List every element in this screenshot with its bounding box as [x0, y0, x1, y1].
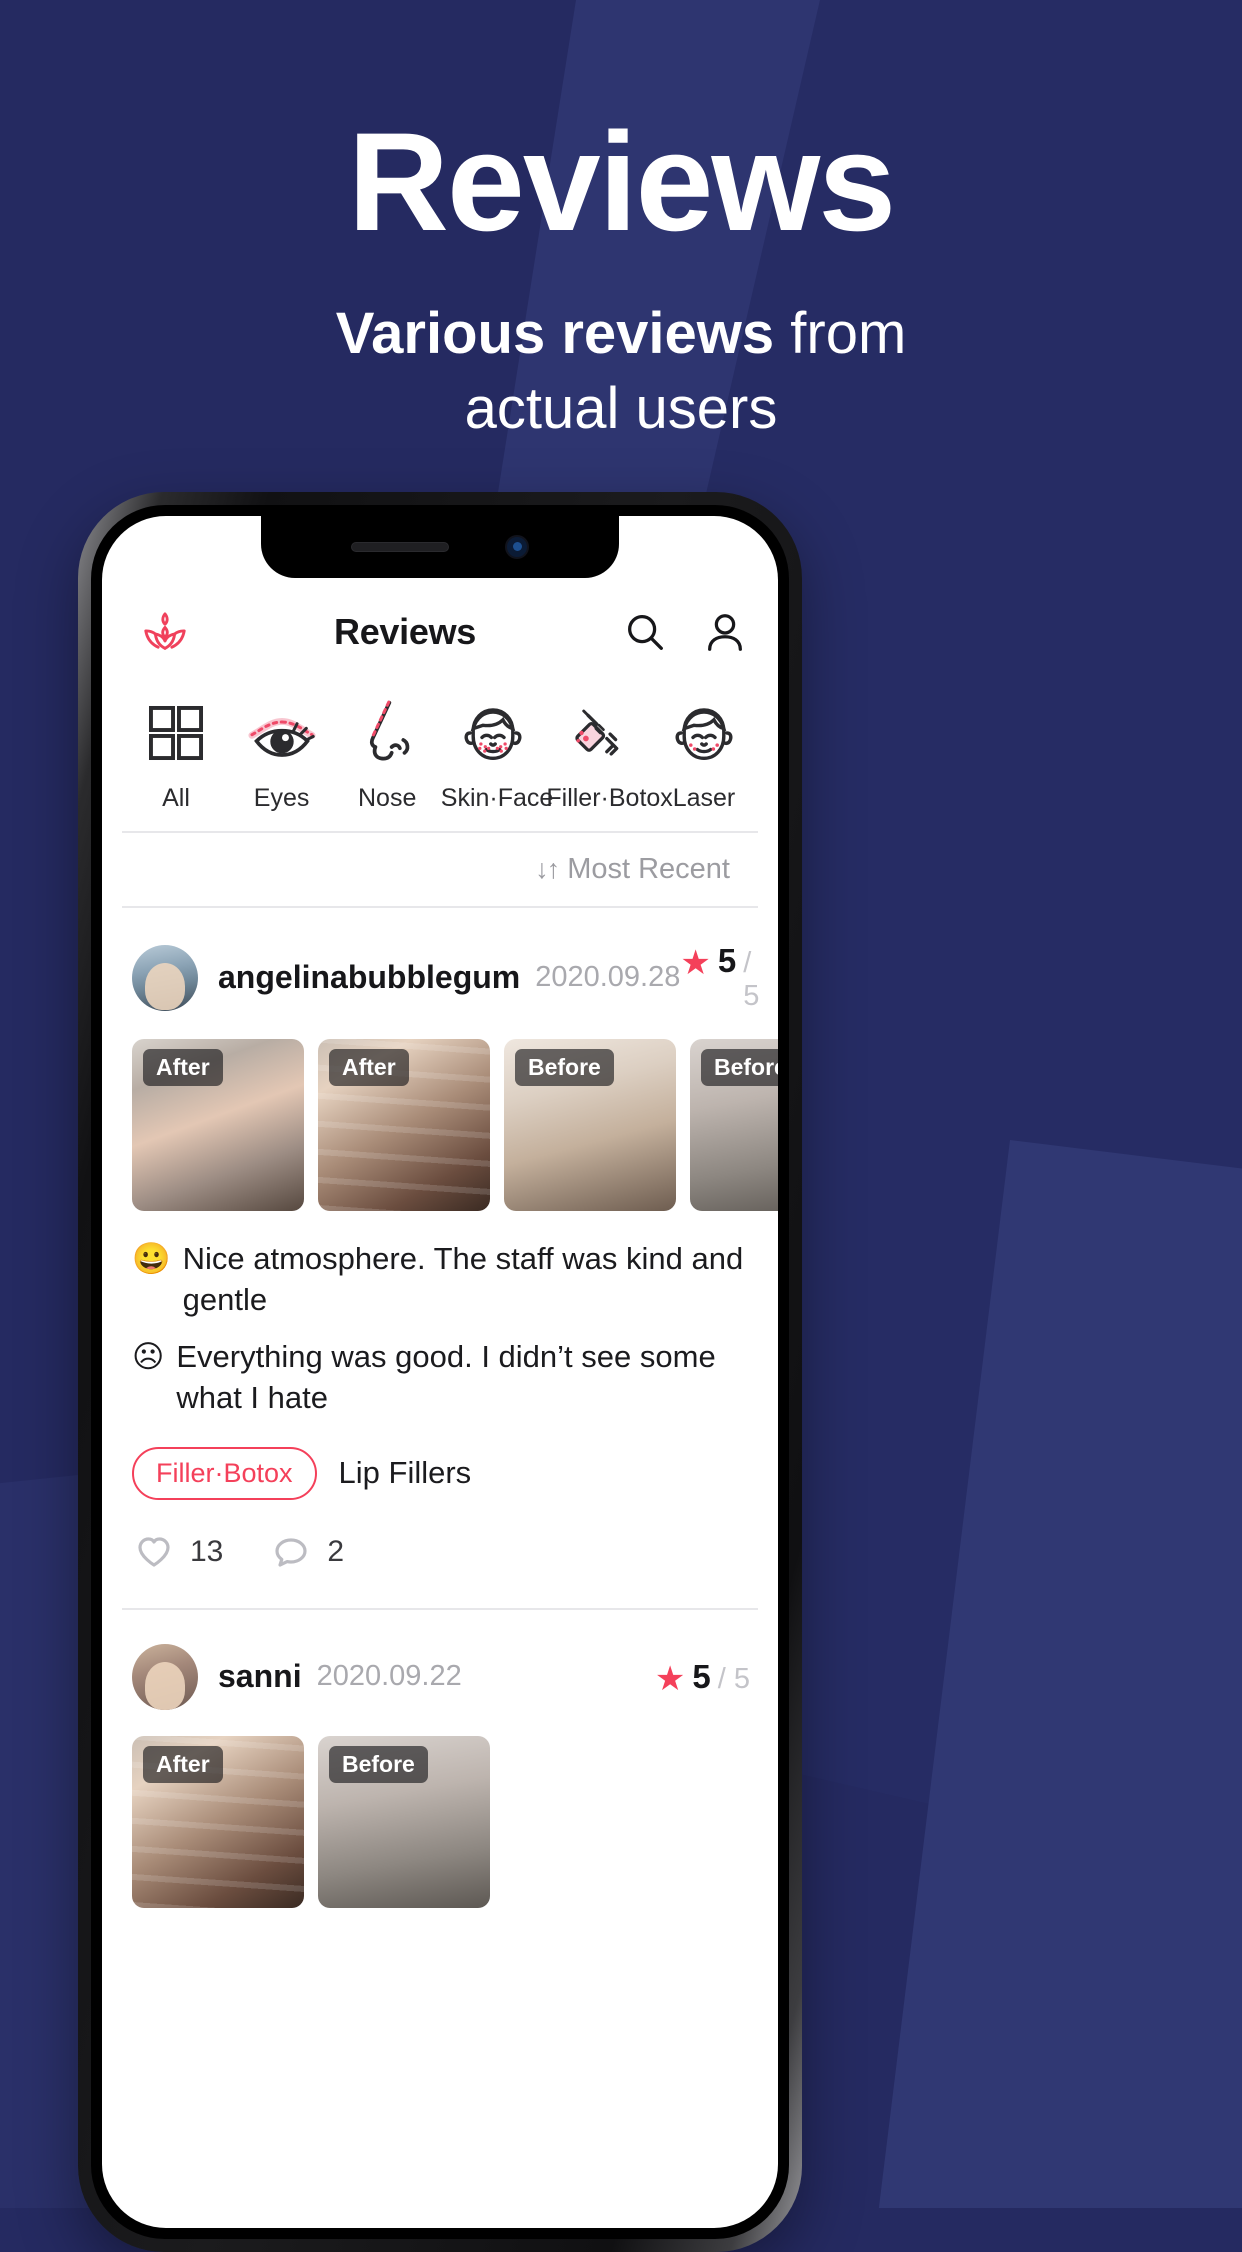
app-header-actions — [622, 609, 748, 655]
review-card: angelinabubblegum 2020.09.28 ★ 5 / 5 Aft… — [102, 908, 778, 1610]
review-photo[interactable]: After — [318, 1039, 490, 1211]
photo-tag: After — [143, 1049, 223, 1086]
review-date: 2020.09.28 — [535, 961, 681, 993]
star-icon: ★ — [680, 944, 711, 982]
face-skin-icon — [441, 692, 545, 774]
review-username[interactable]: angelinabubblegum — [218, 959, 520, 996]
photo-tag: After — [143, 1745, 223, 1783]
sort-button[interactable]: ↓↑ Most Recent — [535, 853, 730, 886]
review-card: sanni 2020.09.22 ★ 5 / 5 After Before — [102, 1610, 778, 1908]
star-icon: ★ — [654, 1659, 686, 1698]
review-negative-line: ☹ Everything was good. I didn’t see some… — [102, 1337, 778, 1419]
lotus-logo-icon[interactable] — [136, 603, 194, 661]
syringe-icon — [546, 692, 650, 774]
comment-metric[interactable]: 2 — [271, 1532, 344, 1572]
sort-arrows-icon: ↓↑ — [535, 854, 560, 884]
photo-tag: Before — [515, 1049, 614, 1086]
review-photo[interactable]: Before — [318, 1735, 490, 1908]
earpiece-speaker — [351, 542, 449, 552]
hero-subtitle-bold: Various reviews — [335, 301, 775, 366]
category-label: Laser — [672, 784, 736, 812]
app-title: Reviews — [334, 611, 476, 652]
category-tab-filler-botox[interactable]: Filler·Botox — [546, 692, 673, 813]
procedure-name: Lip Fillers — [338, 1455, 472, 1491]
category-tab-eyes[interactable]: Eyes — [230, 692, 334, 813]
comment-count: 2 — [327, 1534, 345, 1568]
phone-screen: Reviews All Eyes Nose Skin·Face Filler·B… — [102, 516, 778, 2228]
review-header: angelinabubblegum 2020.09.28 ★ 5 / 5 — [102, 942, 778, 1013]
review-photo-strip[interactable]: After After Before Before 1 — [102, 1039, 778, 1211]
sort-row: ↓↑ Most Recent — [122, 833, 758, 908]
review-negative-text: Everything was good. I didn’t see some w… — [176, 1338, 716, 1415]
face-laser-icon — [652, 692, 756, 774]
phone-bezel: Reviews All Eyes Nose Skin·Face Filler·B… — [91, 505, 789, 2239]
person-icon[interactable] — [702, 609, 748, 655]
review-positive-text: Nice atmosphere. The staff was kind and … — [182, 1241, 744, 1317]
review-photo[interactable]: After — [132, 1735, 304, 1908]
category-label: Skin·Face — [440, 784, 554, 812]
frowning-face-icon: ☹ — [132, 1338, 165, 1374]
review-positive-line: 😀 Nice atmosphere. The staff was kind an… — [102, 1239, 778, 1321]
review-header: sanni 2020.09.22 ★ 5 / 5 — [102, 1643, 778, 1710]
category-tab-nose[interactable]: Nose — [335, 692, 439, 813]
like-count: 13 — [190, 1534, 224, 1568]
grid-icon — [124, 692, 228, 774]
review-metrics: 13 2 — [102, 1500, 778, 1572]
photo-tag: After — [329, 1049, 409, 1086]
category-label: Filler·Botox — [546, 784, 673, 812]
phone-notch — [261, 516, 619, 578]
app-header: Reviews — [102, 578, 778, 686]
hero-section: Reviews Various reviews from actual user… — [0, 0, 1242, 447]
review-date: 2020.09.22 — [316, 1660, 462, 1693]
rating-value: 5 — [717, 942, 737, 979]
rating-total: / 5 — [743, 947, 760, 1012]
category-label: Eyes — [253, 784, 310, 812]
review-rating: ★ 5 / 5 — [655, 1658, 750, 1696]
hero-subtitle: Various reviews from actual users — [0, 296, 1242, 447]
avatar[interactable] — [132, 944, 198, 1011]
front-camera — [505, 535, 529, 559]
rating-value: 5 — [692, 1657, 711, 1695]
rating-total: / 5 — [717, 1662, 750, 1695]
smiling-face-icon: 😀 — [132, 1241, 171, 1276]
category-tab-laser[interactable]: Laser — [652, 692, 756, 813]
review-rating: ★ 5 / 5 — [680, 942, 759, 1013]
category-tab-all[interactable]: All — [124, 692, 228, 813]
category-label: All — [162, 784, 190, 812]
category-pill[interactable]: Filler·Botox — [132, 1446, 317, 1500]
photo-tag: Before — [701, 1049, 778, 1086]
search-icon[interactable] — [622, 609, 668, 655]
photo-tag: Before — [329, 1745, 428, 1783]
nose-icon — [335, 692, 439, 774]
app-content: Reviews All Eyes Nose Skin·Face Filler·B… — [102, 516, 778, 2228]
review-tags: Filler·Botox Lip Fillers — [102, 1419, 778, 1500]
comment-icon — [271, 1532, 311, 1572]
hero-subtitle-rest: from — [774, 301, 907, 366]
category-tabs: All Eyes Nose Skin·Face Filler·Botox Las… — [102, 686, 778, 813]
review-photo[interactable]: Before — [504, 1039, 676, 1211]
review-photo-strip[interactable]: After Before — [102, 1735, 778, 1908]
avatar[interactable] — [132, 1643, 198, 1710]
category-tab-skin-face[interactable]: Skin·Face — [440, 692, 554, 813]
like-metric[interactable]: 13 — [134, 1532, 223, 1572]
eye-icon — [230, 692, 334, 774]
heart-icon — [134, 1532, 174, 1572]
page-title: Reviews — [347, 103, 896, 260]
review-photo[interactable]: Before 1 — [690, 1039, 778, 1211]
review-username[interactable]: sanni — [218, 1658, 302, 1695]
hero-subtitle-line2: actual users — [464, 376, 778, 442]
phone-mockup: Reviews All Eyes Nose Skin·Face Filler·B… — [78, 492, 802, 2252]
sort-label: Most Recent — [567, 853, 730, 885]
review-photo[interactable]: After — [132, 1039, 304, 1211]
category-label: Nose — [358, 784, 417, 812]
